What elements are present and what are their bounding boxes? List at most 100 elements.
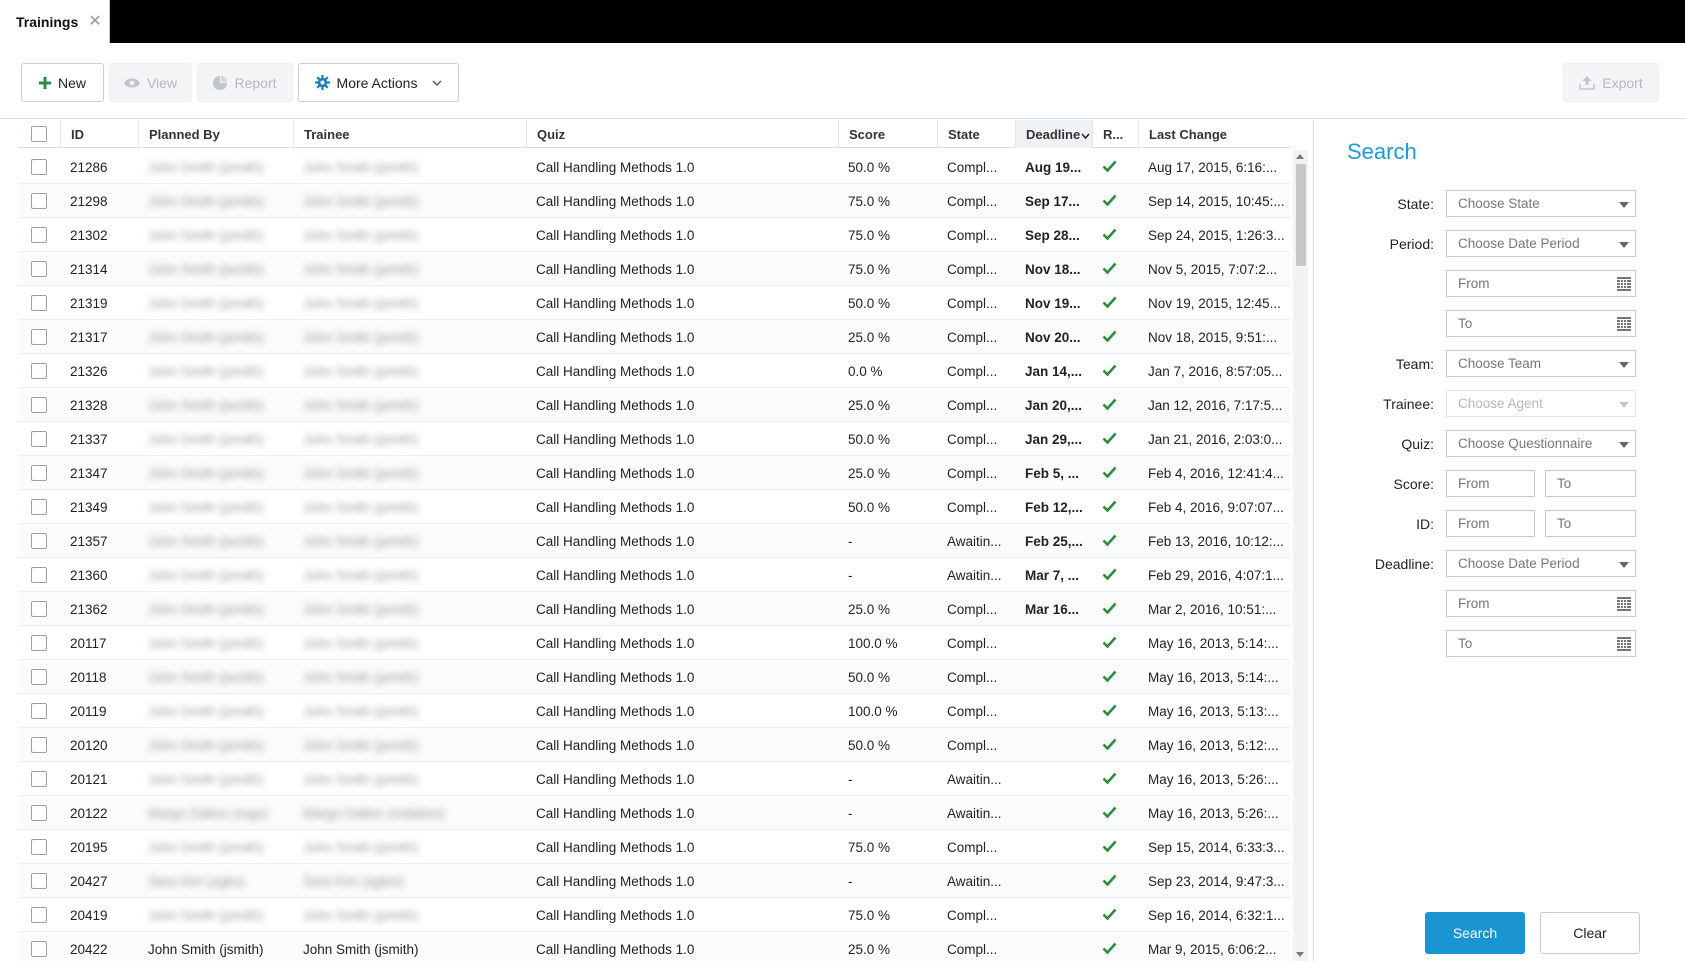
more-actions-button[interactable]: More Actions — [298, 63, 459, 102]
row-checkbox[interactable] — [31, 295, 47, 311]
table-row[interactable]: 21360 John Smith (jsmith) John Smith (jsmi… — [18, 558, 1290, 592]
new-button[interactable]: New — [21, 63, 104, 102]
row-select-cell[interactable] — [18, 694, 60, 728]
row-select-cell[interactable] — [18, 150, 60, 184]
column-header-score[interactable]: Score — [838, 120, 937, 148]
table-row[interactable]: 21357 John Smith (jsmith) John Smith (jsmi… — [18, 524, 1290, 558]
row-checkbox[interactable] — [31, 431, 47, 447]
row-select-cell[interactable] — [18, 796, 60, 830]
deadline-select[interactable]: Choose Date Period — [1446, 550, 1636, 577]
clear-button[interactable]: Clear — [1540, 912, 1640, 954]
row-checkbox[interactable] — [31, 227, 47, 243]
table-row[interactable]: 21349 John Smith (jsmith) John Smith (jsmi… — [18, 490, 1290, 524]
trainee-select[interactable]: Choose Agent — [1446, 390, 1636, 417]
quiz-select[interactable]: Choose Questionnaire — [1446, 430, 1636, 457]
table-row[interactable]: 21326 John Smith (jsmith) John Smith (jsmi… — [18, 354, 1290, 388]
row-checkbox[interactable] — [31, 261, 47, 277]
row-checkbox[interactable] — [31, 499, 47, 515]
search-button[interactable]: Search — [1425, 912, 1525, 954]
table-row[interactable]: 21286 John Smith (jsmith) John Smith (jsmi… — [18, 150, 1290, 184]
column-header-id[interactable]: ID — [60, 120, 138, 148]
scroll-up-icon[interactable] — [1296, 154, 1304, 159]
calendar-icon[interactable] — [1617, 637, 1631, 654]
team-select[interactable]: Choose Team — [1446, 350, 1636, 377]
column-header-r[interactable]: R... — [1092, 120, 1138, 148]
id-from-field[interactable]: From — [1446, 510, 1535, 537]
select-all-header[interactable] — [18, 120, 60, 148]
period-select[interactable]: Choose Date Period — [1446, 230, 1636, 257]
table-row[interactable]: 21347 John Smith (jsmith) John Smith (jsmi… — [18, 456, 1290, 490]
row-select-cell[interactable] — [18, 320, 60, 354]
row-checkbox[interactable] — [31, 771, 47, 787]
row-select-cell[interactable] — [18, 456, 60, 490]
tab-trainings[interactable]: Trainings ✕ — [0, 0, 110, 43]
table-row[interactable]: 20427 Sara Kim (sgkn) Sara Kim (sgkm) Call … — [18, 864, 1290, 898]
row-select-cell[interactable] — [18, 558, 60, 592]
row-select-cell[interactable] — [18, 830, 60, 864]
row-checkbox[interactable] — [31, 703, 47, 719]
row-checkbox[interactable] — [31, 159, 47, 175]
report-button[interactable]: Report — [197, 63, 293, 102]
id-to-field[interactable]: To — [1545, 510, 1636, 537]
row-select-cell[interactable] — [18, 524, 60, 558]
deadline-to-field[interactable]: To — [1446, 630, 1636, 657]
table-row[interactable]: 21317 John Smith (jsmith) John Smith (jsmi… — [18, 320, 1290, 354]
table-row[interactable]: 20195 John Smith (jsmith) John Smith (jsmi… — [18, 830, 1290, 864]
close-icon[interactable]: ✕ — [88, 13, 101, 30]
row-select-cell[interactable] — [18, 728, 60, 762]
period-to-field[interactable]: To — [1446, 310, 1636, 337]
row-select-cell[interactable] — [18, 218, 60, 252]
table-row[interactable]: 21302 John Smith (jsmith) John Smith (jsmi… — [18, 218, 1290, 252]
period-from-field[interactable]: From — [1446, 270, 1636, 297]
table-row[interactable]: 21328 John Smith (jsmith) John Smith (jsmi… — [18, 388, 1290, 422]
table-row[interactable]: 20119 John Smith (jsmith) John Smith (jsmi… — [18, 694, 1290, 728]
deadline-from-field[interactable]: From — [1446, 590, 1636, 617]
row-select-cell[interactable] — [18, 592, 60, 626]
table-row[interactable]: 20121 John Smith (jsmith) John Smith (jsmi… — [18, 762, 1290, 796]
table-row[interactable]: 20419 John Smith (jsmith) John Smith (jsmi… — [18, 898, 1290, 932]
table-row[interactable]: 20118 John Smith (jsmith) John Smith (jsmi… — [18, 660, 1290, 694]
table-row[interactable]: 21319 John Smith (jsmith) John Smith (jsmi… — [18, 286, 1290, 320]
row-select-cell[interactable] — [18, 286, 60, 320]
column-header-trainee[interactable]: Trainee — [293, 120, 526, 148]
calendar-icon[interactable] — [1617, 317, 1631, 334]
row-select-cell[interactable] — [18, 932, 60, 961]
row-checkbox[interactable] — [31, 839, 47, 855]
table-row[interactable]: 20120 John Smith (jsmith) John Smith (jsmi… — [18, 728, 1290, 762]
row-checkbox[interactable] — [31, 805, 47, 821]
row-select-cell[interactable] — [18, 864, 60, 898]
row-select-cell[interactable] — [18, 490, 60, 524]
export-button[interactable]: Export — [1563, 63, 1659, 102]
row-checkbox[interactable] — [31, 533, 47, 549]
column-header-last-change[interactable]: Last Change — [1138, 120, 1290, 148]
row-checkbox[interactable] — [31, 669, 47, 685]
row-checkbox[interactable] — [31, 737, 47, 753]
column-header-state[interactable]: State — [937, 120, 1015, 148]
table-row[interactable]: 20122 Margo Dalton (mgo) Margo Dalton (mda… — [18, 796, 1290, 830]
column-header-planned-by[interactable]: Planned By — [138, 120, 293, 148]
score-to-field[interactable]: To — [1545, 470, 1636, 497]
row-checkbox[interactable] — [31, 907, 47, 923]
table-row[interactable]: 21298 John Smith (jsmith) John Smith (jsmi… — [18, 184, 1290, 218]
select-all-checkbox[interactable] — [31, 126, 47, 142]
row-checkbox[interactable] — [31, 601, 47, 617]
row-checkbox[interactable] — [31, 635, 47, 651]
row-checkbox[interactable] — [31, 193, 47, 209]
row-checkbox[interactable] — [31, 329, 47, 345]
row-select-cell[interactable] — [18, 252, 60, 286]
scroll-down-icon[interactable] — [1296, 952, 1304, 957]
table-row[interactable]: 21337 John Smith (jsmith) John Smith (jsmi… — [18, 422, 1290, 456]
view-button[interactable]: View — [109, 63, 192, 102]
calendar-icon[interactable] — [1617, 277, 1631, 294]
row-checkbox[interactable] — [31, 397, 47, 413]
table-row[interactable]: 20422 John Smith (jsmith) John Smith (jsmi… — [18, 932, 1290, 961]
row-checkbox[interactable] — [31, 873, 47, 889]
row-select-cell[interactable] — [18, 354, 60, 388]
score-from-field[interactable]: From — [1446, 470, 1535, 497]
column-header-quiz[interactable]: Quiz — [526, 120, 838, 148]
row-select-cell[interactable] — [18, 898, 60, 932]
row-checkbox[interactable] — [31, 941, 47, 957]
state-select[interactable]: Choose State — [1446, 190, 1636, 217]
grid-scrollbar[interactable] — [1293, 150, 1308, 961]
scrollbar-thumb[interactable] — [1296, 164, 1306, 266]
